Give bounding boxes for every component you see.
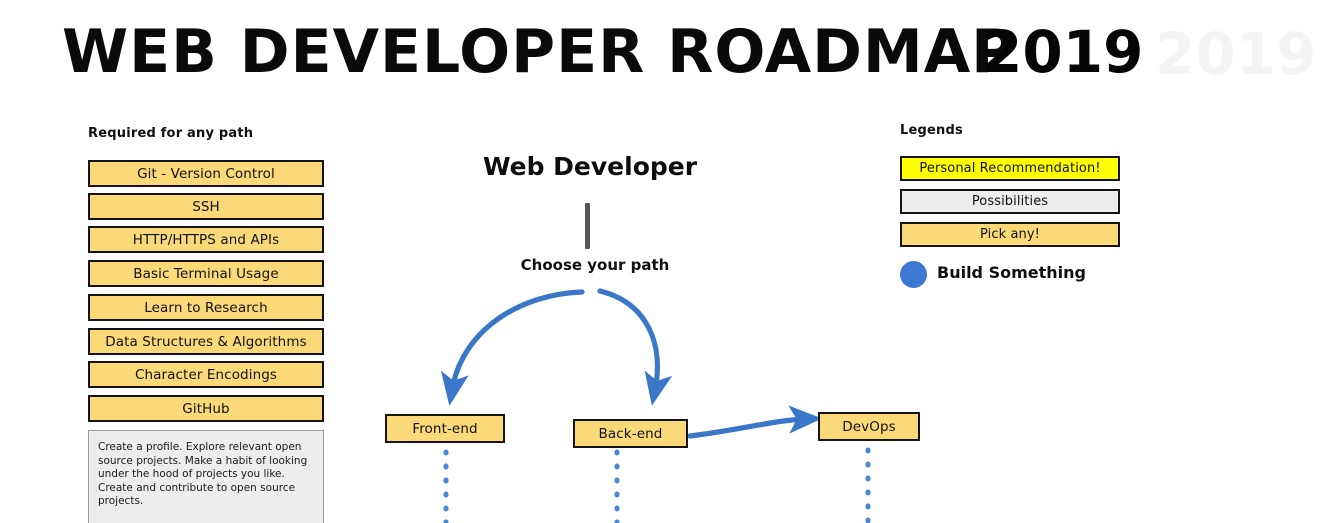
legends-caption: Legends [900,123,963,138]
roadmap-canvas: 2019 WEB DEVELOPER ROADMAP 2019 Required… [0,0,1329,523]
title-main-text: WEB DEVELOPER ROADMAP [62,17,1017,87]
build-something-dot-icon [900,261,927,288]
flow-stem-line [585,203,590,249]
path-box-front-end[interactable]: Front-end [385,414,505,443]
legend-build-something: Build Something [937,263,1086,282]
sidebar-item-http-apis[interactable]: HTTP/HTTPS and APIs [88,226,324,253]
sidebar-item-research[interactable]: Learn to Research [88,294,324,321]
legend-pick-any: Pick any! [900,222,1120,247]
sidebar-item-ssh[interactable]: SSH [88,193,324,220]
sidebar-item-encodings[interactable]: Character Encodings [88,361,324,388]
sidebar-item-git[interactable]: Git - Version Control [88,160,324,187]
title-ghost-year: 2019 [1155,20,1317,88]
page-title: 2019 WEB DEVELOPER ROADMAP 2019 [0,8,1329,98]
sidebar-item-terminal[interactable]: Basic Terminal Usage [88,260,324,287]
flow-root-title: Web Developer [482,152,698,181]
github-note: Create a profile. Explore relevant open … [88,430,324,523]
path-box-devops[interactable]: DevOps [818,412,920,441]
sidebar-item-github[interactable]: GitHub [88,395,324,422]
legend-possibilities: Possibilities [900,189,1120,214]
flow-choose-label: Choose your path [520,256,670,274]
title-year: 2019 [982,18,1144,86]
legend-personal-recommendation: Personal Recommendation! [900,156,1120,181]
sidebar-item-dsa[interactable]: Data Structures & Algorithms [88,328,324,355]
path-box-back-end[interactable]: Back-end [573,419,688,448]
sidebar-caption: Required for any path [88,126,254,141]
